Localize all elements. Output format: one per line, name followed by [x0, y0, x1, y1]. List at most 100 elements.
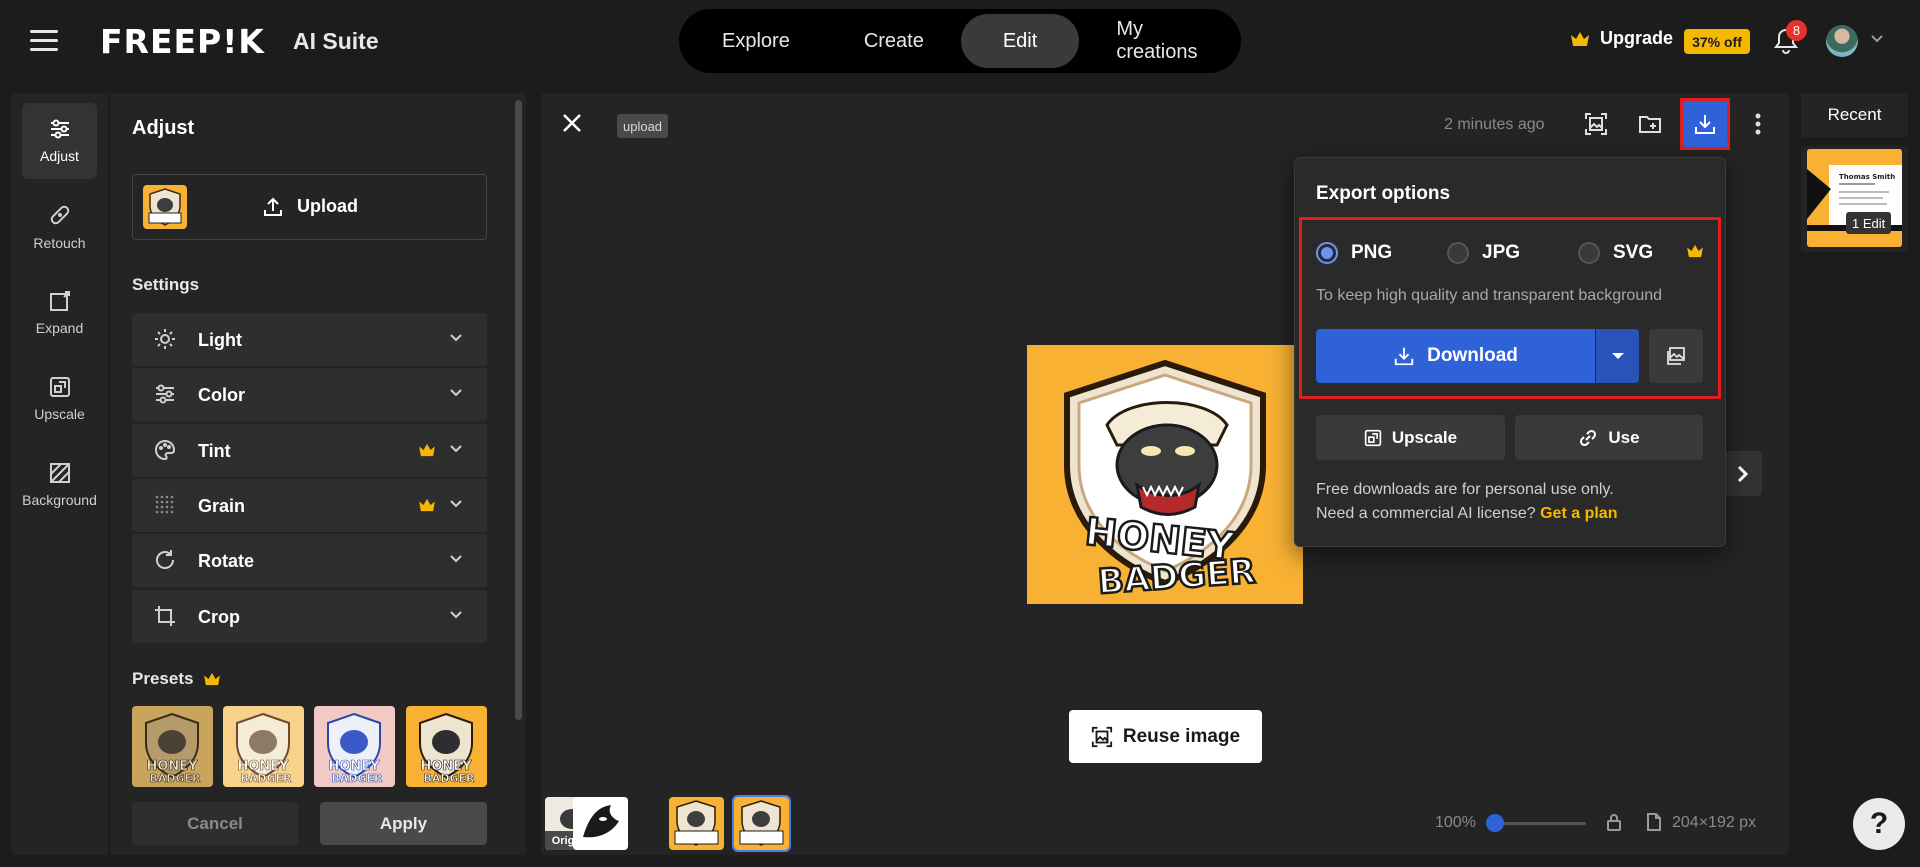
setting-color[interactable]: Color [132, 368, 487, 421]
caret-down-icon [1611, 353, 1624, 359]
timestamp: 2 minutes ago [1444, 116, 1545, 133]
rail-item-expand[interactable]: Expand [22, 275, 97, 351]
rail-label: Retouch [33, 235, 86, 251]
download-icon [1394, 347, 1414, 366]
recent-item[interactable]: Thomas Smith [1801, 146, 1908, 252]
preset-text: BADGER [331, 772, 383, 785]
format-label: SVG [1613, 242, 1654, 263]
notification-badge: 8 [1786, 20, 1807, 41]
rail-item-retouch[interactable]: Retouch [22, 189, 97, 265]
chevron-down-icon [450, 389, 462, 397]
chevron-down-icon [450, 555, 462, 563]
chevron-down-icon [450, 611, 462, 619]
tab-my-creations[interactable]: My creations [1079, 14, 1241, 68]
tool-rail: Adjust Retouch Expand Upscale Background [11, 93, 108, 855]
zoom-level: 100% [1435, 814, 1476, 831]
format-label: PNG [1351, 242, 1393, 263]
setting-tint[interactable]: Tint [132, 424, 487, 477]
preset-thumbnail[interactable]: HONEY BADGER [223, 706, 304, 787]
use-label: Use [1608, 427, 1640, 447]
rail-label: Upscale [34, 406, 85, 422]
format-hint: To keep high quality and transparent bac… [1316, 287, 1663, 304]
sun-icon [155, 329, 175, 349]
chevron-down-icon[interactable] [1870, 34, 1884, 44]
setting-crop[interactable]: Crop [132, 590, 487, 643]
tab-explore[interactable]: Explore [685, 14, 827, 68]
preset-thumbnail[interactable]: HONEY BADGER [406, 706, 487, 787]
rail-label: Background [22, 492, 97, 508]
file-icon [1647, 813, 1661, 831]
preset-thumbnail[interactable]: HONEY BADGER [132, 706, 213, 787]
chevron-down-icon [450, 445, 462, 453]
setting-rotate[interactable]: Rotate [132, 534, 487, 587]
setting-label: Rotate [198, 551, 255, 571]
folder-add-icon[interactable] [1638, 112, 1662, 136]
cancel-button[interactable]: Cancel [132, 802, 298, 845]
upload-button[interactable]: Upload [132, 174, 487, 240]
zoom-slider-track[interactable] [1494, 822, 1586, 825]
reuse-image-button[interactable]: Reuse image [1069, 710, 1262, 763]
crown-icon [419, 498, 435, 512]
reuse-image-icon[interactable] [1584, 112, 1608, 136]
setting-label: Tint [198, 441, 231, 461]
reuse-image-label: Reuse image [1122, 725, 1241, 747]
format-radio-jpg[interactable]: JPG [1447, 242, 1520, 264]
save-to-gallery-button[interactable] [1649, 329, 1703, 383]
setting-light[interactable]: Light [132, 313, 487, 366]
tab-edit[interactable]: Edit [960, 14, 1080, 68]
tab-create[interactable]: Create [827, 14, 961, 68]
rail-item-background[interactable]: Background [22, 447, 97, 523]
brand-suite: AI Suite [293, 28, 379, 54]
use-button[interactable]: Use [1515, 415, 1703, 460]
zoom-slider-handle[interactable] [1486, 814, 1504, 832]
close-icon[interactable] [562, 113, 582, 133]
upload-thumbnail [143, 185, 187, 229]
chevron-right-icon [1737, 465, 1749, 482]
setting-grain[interactable]: Grain [132, 479, 487, 532]
image-dimensions: 204×192 px [1672, 814, 1757, 831]
crown-icon [1687, 244, 1703, 258]
history-thumbnail[interactable] [573, 797, 628, 850]
main-nav: Explore Create Edit My creations [679, 9, 1241, 73]
expand-icon [49, 291, 70, 311]
upload-label: Upload [297, 196, 358, 216]
get-a-plan-link[interactable]: Get a plan [1540, 505, 1617, 522]
history-thumbnail-selected[interactable] [732, 795, 791, 852]
background-icon [49, 463, 70, 483]
crown-icon [1571, 31, 1589, 46]
upscale-button[interactable]: Upscale [1316, 415, 1505, 460]
upgrade-label: Upgrade [1600, 28, 1674, 48]
discount-badge[interactable]: 37% off [1684, 29, 1750, 54]
help-button[interactable]: ? [1853, 798, 1905, 850]
download-toggle-button[interactable] [1680, 98, 1730, 150]
download-button[interactable]: Download [1316, 329, 1595, 383]
reuse-image-icon [1091, 726, 1112, 747]
next-image-button[interactable] [1724, 451, 1762, 496]
lock-icon[interactable] [1606, 813, 1622, 831]
rail-item-upscale[interactable]: Upscale [22, 361, 97, 437]
apply-button[interactable]: Apply [320, 802, 487, 845]
format-radio-svg[interactable]: SVG [1578, 242, 1653, 264]
brand-logo[interactable]: FREEP!K [100, 22, 265, 61]
setting-label: Color [198, 385, 245, 405]
presets-heading: Presets [132, 669, 221, 689]
panel-scrollbar[interactable] [515, 100, 522, 720]
avatar[interactable] [1826, 25, 1858, 57]
recent-edit-badge: 1 Edit [1846, 212, 1892, 234]
more-options-icon[interactable] [1754, 112, 1762, 136]
upgrade-button[interactable]: Upgrade [1570, 28, 1673, 49]
download-options-dropdown[interactable] [1596, 329, 1639, 383]
download-icon [1695, 115, 1715, 134]
rail-label: Adjust [40, 148, 79, 164]
rail-item-adjust[interactable]: Adjust [22, 103, 97, 179]
history-thumbnail[interactable] [669, 797, 724, 850]
main-image: HONEY BADGER [1027, 345, 1303, 604]
preset-thumbnail[interactable]: HONEY BADGER [314, 706, 395, 787]
grain-icon [155, 495, 174, 514]
menu-icon[interactable] [30, 30, 58, 52]
panel-title: Adjust [132, 117, 195, 139]
chevron-down-icon [450, 334, 462, 342]
license-line-1: Free downloads are for personal use only… [1316, 481, 1614, 498]
format-radio-png[interactable]: PNG [1316, 242, 1392, 264]
upscale-icon [49, 377, 70, 397]
